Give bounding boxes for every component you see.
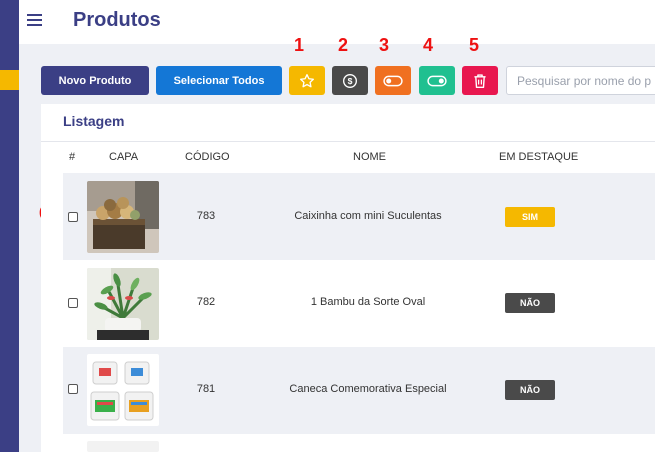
row-checkbox[interactable] — [68, 384, 78, 394]
row-checkbox[interactable] — [68, 298, 78, 308]
annotation-3: 3 — [379, 35, 390, 55]
product-name: Caixinha com mini Suculentas — [294, 210, 442, 222]
activate-button[interactable] — [419, 66, 455, 95]
featured-badge[interactable]: NÃO — [505, 380, 555, 400]
annotation-5: 5 — [469, 35, 480, 55]
toggle-on-icon — [427, 75, 447, 86]
hamburger-menu-icon[interactable] — [27, 14, 42, 26]
sidebar-active-indicator[interactable] — [0, 70, 19, 90]
annotation-1: 1 — [294, 35, 305, 55]
column-header-featured: EM DESTAQUE — [499, 151, 579, 163]
product-thumbnail[interactable] — [87, 441, 159, 452]
row-checkbox[interactable] — [68, 212, 78, 222]
toggle-off-icon — [383, 75, 403, 86]
product-thumbnail-mugs[interactable] — [87, 354, 159, 426]
sidebar — [0, 0, 19, 452]
deactivate-button[interactable] — [375, 66, 411, 95]
new-product-button[interactable]: Novo Produto — [41, 66, 149, 95]
column-header-index: # — [69, 151, 76, 163]
divider — [41, 141, 655, 142]
product-code: 783 — [196, 210, 216, 222]
listing-title: Listagem — [63, 113, 125, 129]
search-input[interactable] — [506, 66, 655, 95]
column-header-cover: CAPA — [109, 151, 139, 163]
star-icon — [300, 73, 314, 87]
column-header-code: CÓDIGO — [185, 151, 230, 163]
annotation-4: 4 — [423, 35, 434, 55]
product-name: 1 Bambu da Sorte Oval — [310, 296, 426, 308]
product-code: 781 — [196, 383, 216, 395]
featured-badge[interactable]: NÃO — [505, 293, 555, 313]
product-thumbnail-succulents[interactable] — [87, 181, 159, 253]
annotation-2: 2 — [338, 35, 349, 55]
svg-text:$: $ — [348, 76, 353, 86]
dollar-circle-icon: $ — [343, 73, 357, 88]
delete-button[interactable] — [462, 66, 498, 95]
product-thumbnail-bamboo[interactable] — [87, 268, 159, 340]
price-button[interactable]: $ — [332, 66, 368, 95]
select-all-button[interactable]: Selecionar Todos — [156, 66, 282, 95]
trash-icon — [474, 73, 486, 88]
column-header-name: NOME — [353, 151, 386, 163]
product-code: 782 — [196, 296, 216, 308]
feature-button[interactable] — [289, 66, 325, 95]
featured-badge[interactable]: SIM — [505, 207, 555, 227]
product-name: Caneca Comemorativa Especial — [289, 383, 447, 395]
page-title: Produtos — [73, 9, 161, 31]
